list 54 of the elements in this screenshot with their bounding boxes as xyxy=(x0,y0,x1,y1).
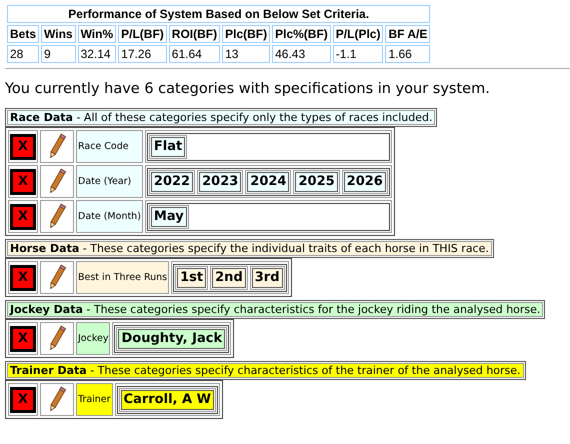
category-label: Date (Year) xyxy=(76,165,143,198)
column-header: Wins xyxy=(41,25,76,43)
value-tag: May xyxy=(150,206,187,226)
table-cell: 61.64 xyxy=(168,45,220,63)
value-tag: 2022 xyxy=(150,172,194,192)
column-header: P/L(Plc) xyxy=(332,25,384,43)
value-tag: 1st xyxy=(177,268,206,288)
pencil-icon[interactable] xyxy=(47,324,67,353)
table-cell: -1.1 xyxy=(332,45,384,63)
value-tag: Flat xyxy=(150,136,186,156)
section-header: Trainer Data - These categories specify characteristics of the trainer of the analysed horse. xyxy=(7,363,524,378)
table-title: Performance of System Based on Below Set Criteria. xyxy=(7,5,430,23)
value-tag: 2024 xyxy=(247,172,290,192)
pencil-icon[interactable] xyxy=(47,202,67,231)
table-cell: 17.26 xyxy=(118,45,167,63)
column-header: BF A/E xyxy=(385,25,430,43)
value-tag: 3rd xyxy=(252,268,283,288)
delete-button[interactable]: X xyxy=(10,134,36,160)
column-header: Plc%(BF) xyxy=(272,25,331,43)
column-header: ROI(BF) xyxy=(168,25,220,43)
table-cell: 1.66 xyxy=(385,45,430,63)
pencil-icon[interactable] xyxy=(47,132,67,161)
delete-button[interactable]: X xyxy=(10,386,36,412)
category-label: Best in Three Runs xyxy=(76,261,170,294)
value-tag: 2025 xyxy=(295,172,338,192)
pencil-icon[interactable] xyxy=(47,167,67,196)
column-header: Win% xyxy=(78,25,116,43)
value-tag: Doughty, Jack xyxy=(118,328,226,348)
column-header: Plc(BF) xyxy=(222,25,270,43)
section-header: Race Data - All of these categories specify only the types of races included. xyxy=(7,110,436,125)
value-tag: 2023 xyxy=(199,172,242,192)
pencil-icon[interactable] xyxy=(47,263,67,292)
table-cell: 32.14 xyxy=(78,45,116,63)
delete-button[interactable]: X xyxy=(10,204,36,230)
section-header: Jockey Data - These categories specify characteristics for the jockey riding the analysed horse. xyxy=(7,302,544,317)
value-tag: 2026 xyxy=(344,172,386,192)
summary-text: You currently have 6 categories with specifications in your system. xyxy=(5,81,491,97)
column-header: Bets xyxy=(7,25,40,43)
category-label: Jockey xyxy=(76,322,110,355)
delete-button[interactable]: X xyxy=(10,326,36,352)
category-label: Trainer xyxy=(76,383,113,416)
value-tag: Carroll, A W xyxy=(120,390,214,410)
category-label: Date (Month) xyxy=(76,200,143,233)
value-tag: 2nd xyxy=(212,268,246,288)
column-header: P/L(BF) xyxy=(118,25,167,43)
section-header: Horse Data - These categories specify the individual traits of each horse in THIS race. xyxy=(7,241,492,256)
table-cell: 13 xyxy=(222,45,270,63)
pencil-icon[interactable] xyxy=(47,385,67,414)
table-cell: 46.43 xyxy=(272,45,331,63)
delete-button[interactable]: X xyxy=(10,264,36,290)
delete-button[interactable]: X xyxy=(10,168,36,194)
table-cell: 9 xyxy=(41,45,76,63)
category-label: Race Code xyxy=(76,130,143,163)
table-cell: 28 xyxy=(7,45,40,63)
